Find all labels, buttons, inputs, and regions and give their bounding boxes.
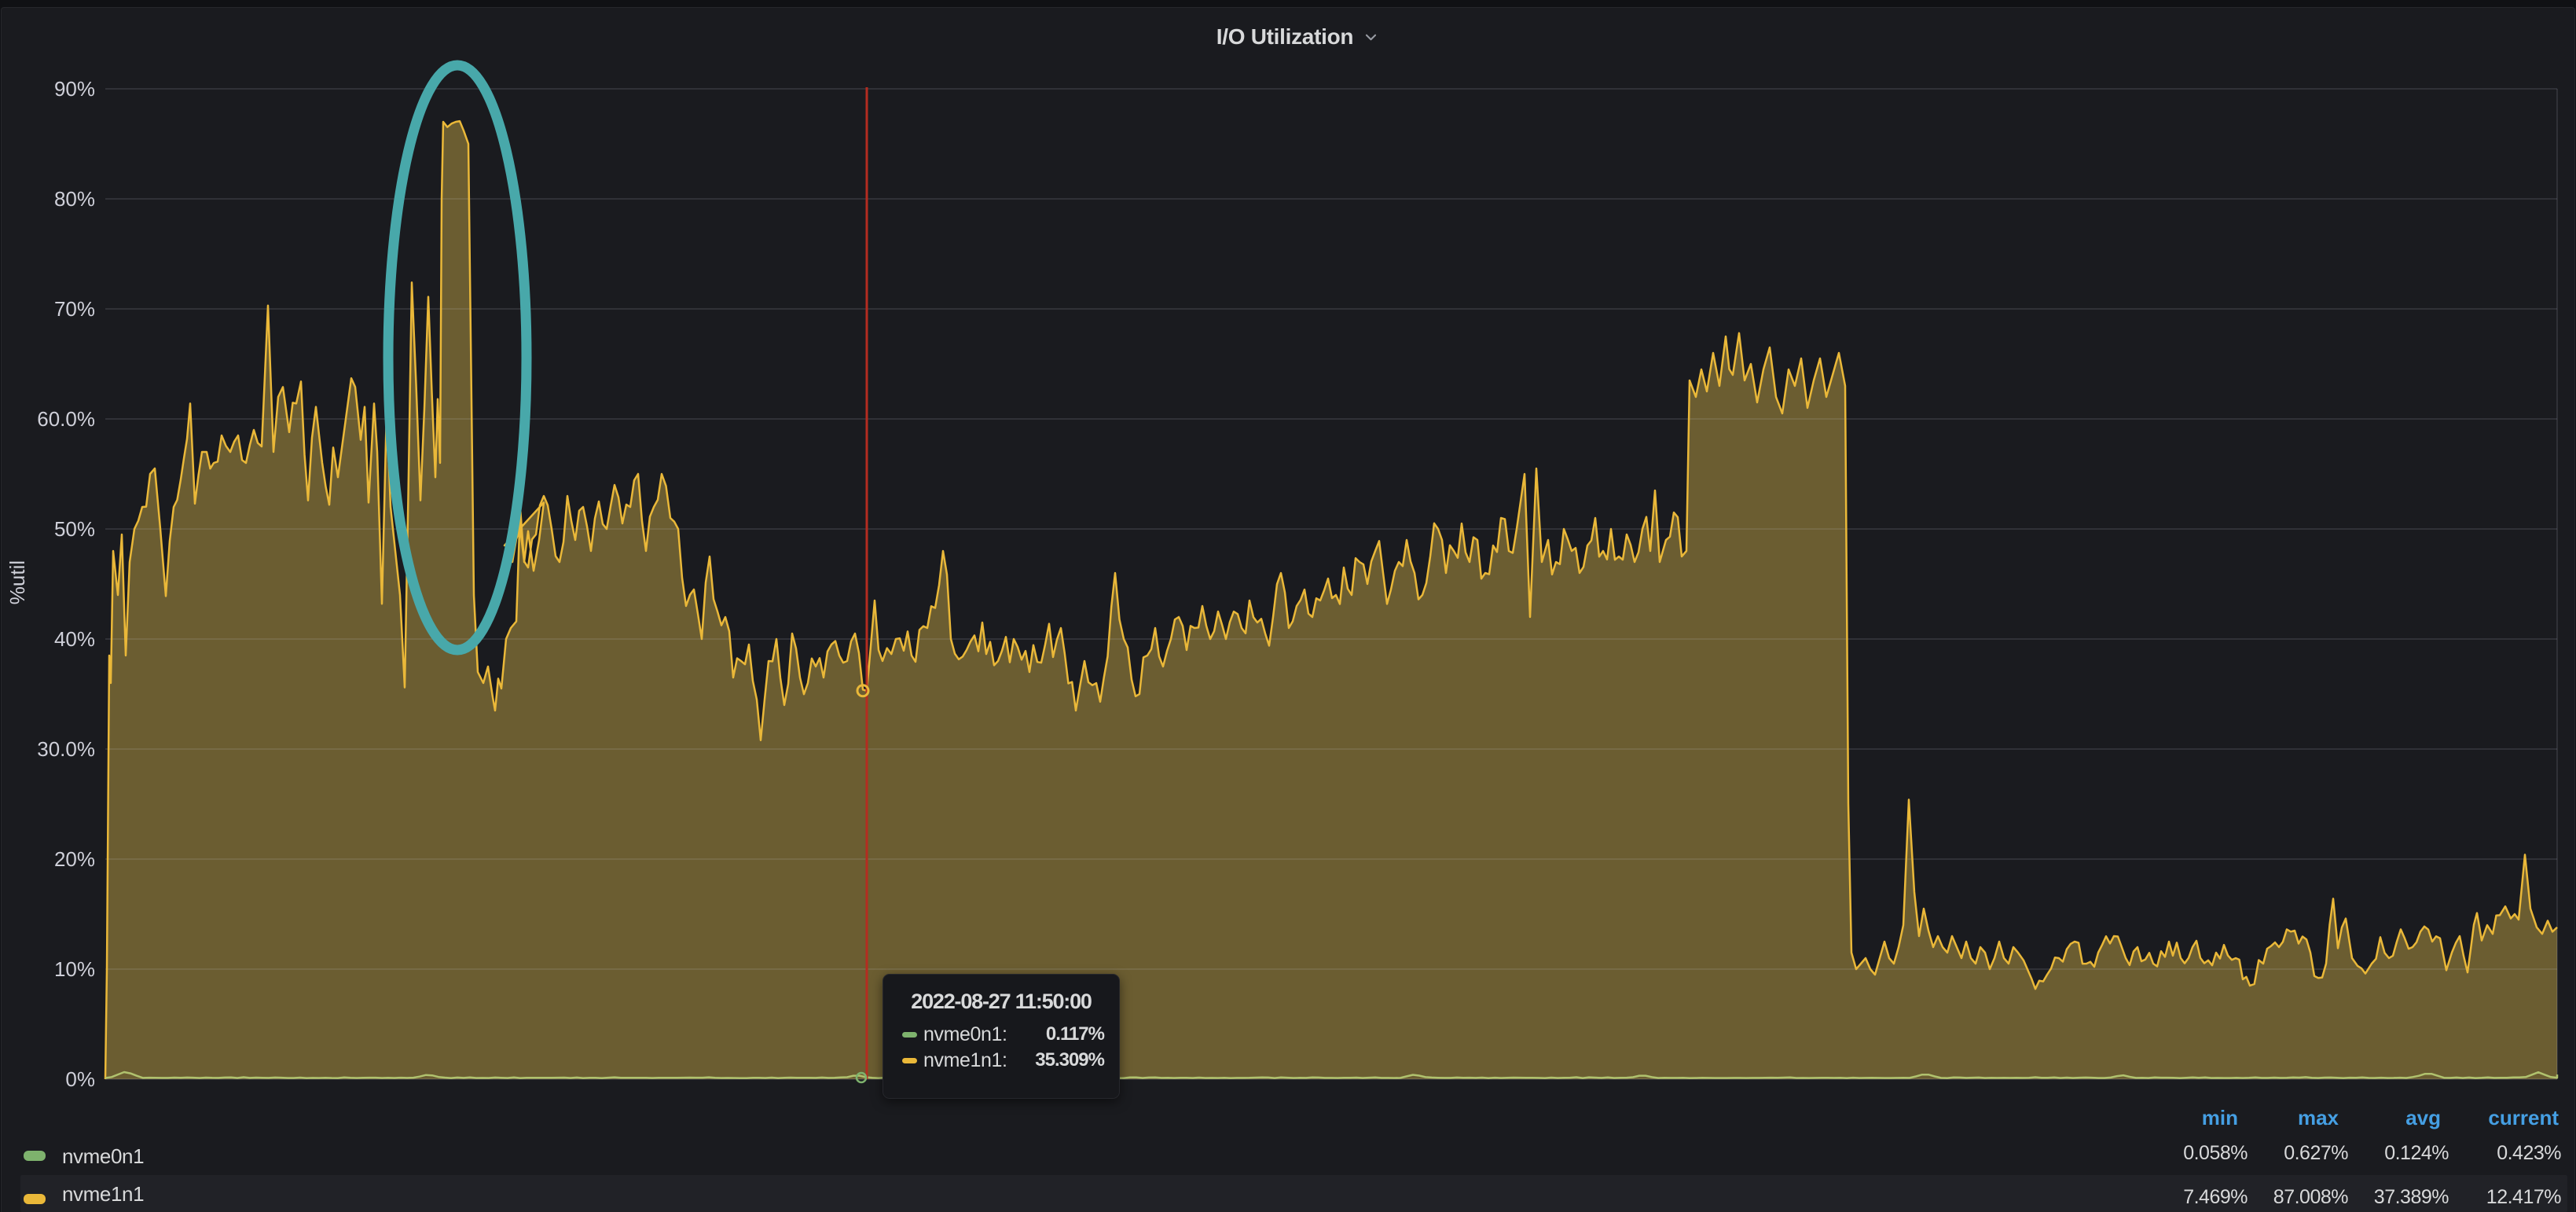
svg-text:10%: 10% (54, 957, 95, 981)
svg-text:40%: 40% (54, 627, 95, 651)
svg-text:70%: 70% (54, 297, 95, 321)
svg-text:80%: 80% (54, 187, 95, 211)
svg-text:50%: 50% (54, 517, 95, 541)
svg-text:60.0%: 60.0% (37, 407, 95, 431)
svg-text:90%: 90% (54, 77, 95, 101)
svg-text:20%: 20% (54, 847, 95, 871)
svg-text:0%: 0% (65, 1067, 95, 1091)
svg-text:%util: %util (6, 560, 29, 604)
svg-text:30.0%: 30.0% (37, 737, 95, 761)
